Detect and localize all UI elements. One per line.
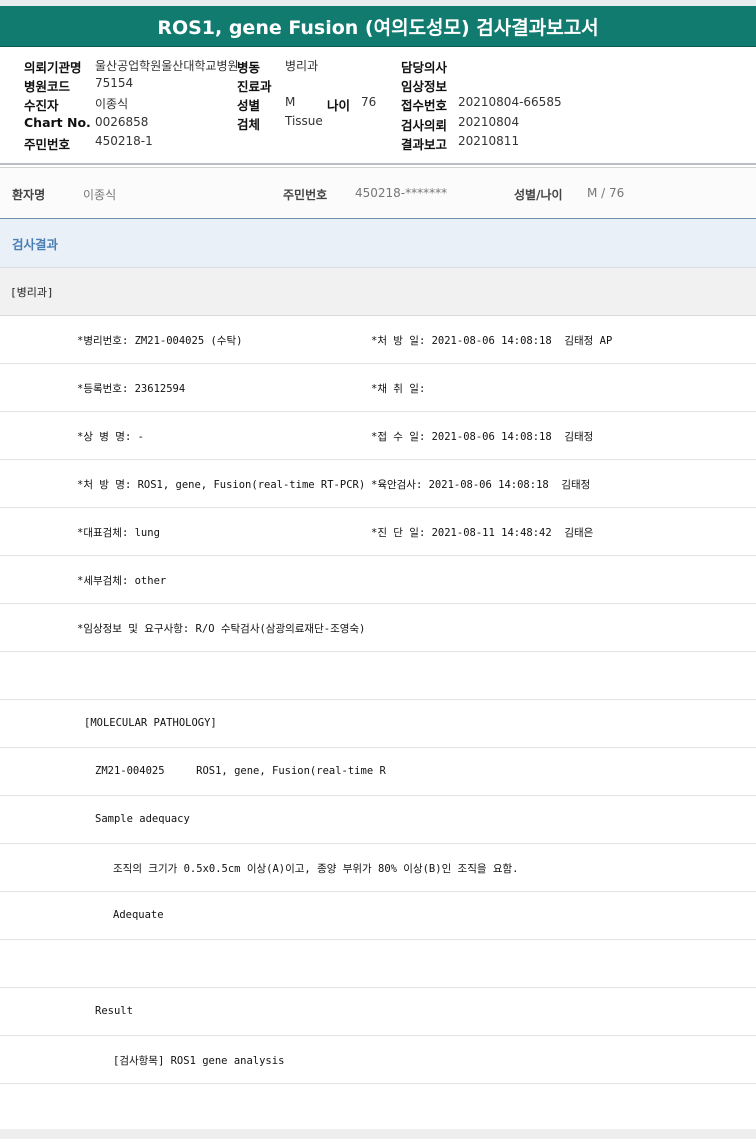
specimen-label: 검체: [237, 117, 261, 132]
pathology-number: *병리번호: ZM21-004025 (수탁): [77, 335, 243, 347]
detail-specimen: *세부검체: other: [77, 575, 167, 587]
chart-no-value: 0026858: [95, 115, 149, 129]
result-row: *등록번호: 23612594 *채 취 일:: [0, 364, 756, 412]
collection-date: *채 취 일:: [371, 383, 426, 395]
result-row: *상 병 명: - *접 수 일: 2021-08-06 14:08:18 김태…: [0, 412, 756, 460]
request-date-value: 20210804: [458, 115, 520, 129]
gross-exam-date: *육안검사: 2021-08-06 14:08:18 김태정: [371, 479, 591, 491]
result-row: [MOLECULAR PATHOLOGY]: [0, 700, 756, 748]
specimen-value: Tissue: [285, 114, 323, 128]
result-rows: *병리번호: ZM21-004025 (수탁) *처 방 일: 2021-08-…: [0, 316, 756, 1084]
result-row: [검사항목] ROS1 gene analysis: [0, 1036, 756, 1084]
request-info-block: 의뢰기관명 울산공업학원울산대학교병원 병동 병리과 담당의사 병원코드 751…: [0, 47, 756, 163]
diagnosis-date: *진 단 일: 2021-08-11 14:48:42 김태은: [371, 527, 594, 539]
patient-rrn-value: 450218-*******: [355, 186, 448, 200]
hospital-value: 울산공업학원울산대학교병원: [95, 59, 239, 73]
doctor-label: 담당의사: [401, 60, 448, 75]
recipient-label: 수진자: [24, 98, 59, 113]
result-row: 조직의 크기가 0.5x0.5cm 이상(A)이고, 종양 부위가 80% 이상…: [0, 844, 756, 892]
ward-label: 병동: [237, 60, 261, 75]
result-row: Result: [0, 988, 756, 1036]
age-label: 나이: [327, 98, 351, 113]
request-date-label: 검사의뢰: [401, 118, 448, 133]
result-row: Sample adequacy: [0, 796, 756, 844]
report-title-bar: ROS1, gene Fusion (여의도성모) 검사결과보고서: [0, 6, 756, 47]
sex-label: 성별: [237, 98, 261, 113]
report-date-value: 20210811: [458, 134, 520, 148]
molecular-pathology-heading: [MOLECULAR PATHOLOGY]: [84, 717, 217, 729]
patient-rrn-label: 주민번호: [283, 188, 328, 202]
hospital-code-value: 75154: [95, 76, 134, 90]
clinical-request: *임상정보 및 요구사항: R/O 수탁검사(삼광의료재단-조영숙): [77, 623, 366, 635]
age-value: 76: [361, 95, 377, 109]
result-row: *세부검체: other: [0, 556, 756, 604]
department-label: 진료과: [237, 79, 272, 94]
result-row: [0, 940, 756, 988]
patient-summary-row: 환자명 이종식 주민번호 450218-******* 성별/나이 M / 76: [0, 168, 756, 219]
chart-no-label: Chart No.: [24, 115, 91, 130]
result-row: *임상정보 및 요구사항: R/O 수탁검사(삼광의료재단-조영숙): [0, 604, 756, 652]
sex-value: M: [285, 95, 296, 109]
result-section-title: 검사결과: [12, 236, 59, 252]
patient-name-value: 이종식: [83, 188, 117, 202]
order-date: *처 방 일: 2021-08-06 14:08:18 김태정 AP: [371, 335, 613, 347]
test-line: ZM21-004025 ROS1, gene, Fusion(real-time…: [95, 765, 386, 777]
hospital-label: 의뢰기관명: [24, 60, 82, 75]
patient-sexage-value: M / 76: [587, 186, 625, 200]
representative-specimen: *대표검체: lung: [77, 527, 160, 539]
result-row: *대표검체: lung *진 단 일: 2021-08-11 14:48:42 …: [0, 508, 756, 556]
hospital-code-label: 병원코드: [24, 79, 71, 94]
receipt-number-value: 20210804-66585: [458, 95, 562, 109]
adequacy-result: Adequate: [113, 909, 164, 921]
result-row: Adequate: [0, 892, 756, 940]
patient-name-label: 환자명: [12, 188, 46, 202]
department-tag-row: [병리과]: [0, 268, 756, 316]
order-name: *처 방 명: ROS1, gene, Fusion(real-time RT-…: [77, 479, 366, 491]
test-item: [검사항목] ROS1 gene analysis: [113, 1055, 285, 1067]
bottom-strip: [0, 1129, 756, 1139]
result-row: ZM21-004025 ROS1, gene, Fusion(real-time…: [0, 748, 756, 796]
result-row: *병리번호: ZM21-004025 (수탁) *처 방 일: 2021-08-…: [0, 316, 756, 364]
result-row: *처 방 명: ROS1, gene, Fusion(real-time RT-…: [0, 460, 756, 508]
rrn-value: 450218-1: [95, 134, 153, 148]
diagnosis-name: *상 병 명: -: [77, 431, 144, 443]
report-date-label: 결과보고: [401, 137, 448, 152]
receipt-number-label: 접수번호: [401, 98, 448, 113]
recipient-value: 이종식: [95, 97, 129, 111]
rrn-label: 주민번호: [24, 137, 71, 152]
result-heading: Result: [95, 1005, 133, 1017]
department-tag: [병리과]: [10, 285, 54, 299]
registration-number: *등록번호: 23612594: [77, 383, 186, 395]
receipt-date: *접 수 일: 2021-08-06 14:08:18 김태정: [371, 431, 594, 443]
sample-adequacy-heading: Sample adequacy: [95, 813, 190, 825]
ward-value: 병리과: [285, 59, 319, 73]
patient-sexage-label: 성별/나이: [514, 188, 563, 202]
divider: [0, 163, 756, 165]
report-title: ROS1, gene Fusion (여의도성모) 검사결과보고서: [157, 16, 599, 39]
result-row: [0, 652, 756, 700]
clinical-info-label: 임상정보: [401, 79, 448, 94]
result-section-header: 검사결과: [0, 219, 756, 268]
adequacy-criteria: 조직의 크기가 0.5x0.5cm 이상(A)이고, 종양 부위가 80% 이상…: [113, 863, 519, 875]
